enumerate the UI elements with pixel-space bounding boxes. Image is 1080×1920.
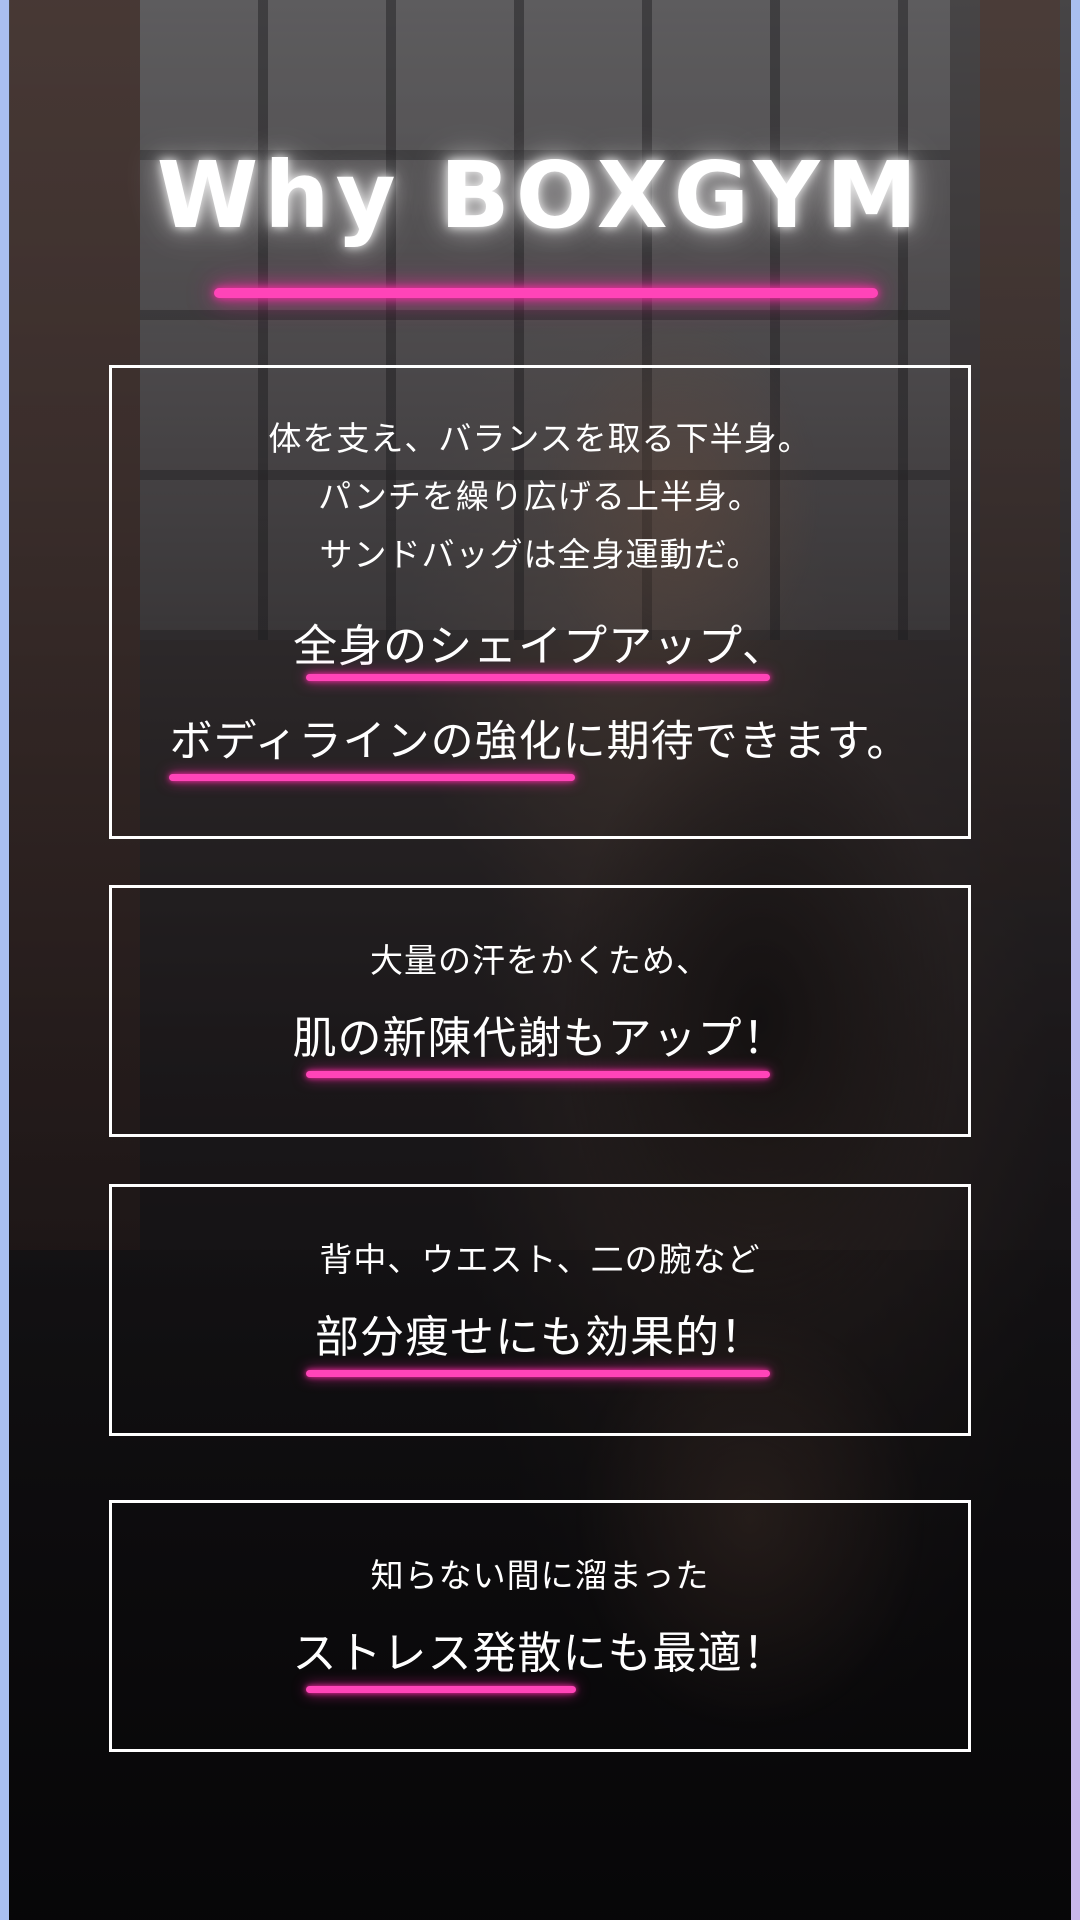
right-edge-stripe <box>1071 0 1080 1920</box>
highlight-underline <box>306 674 770 681</box>
highlight-underline <box>306 1686 576 1693</box>
card-highlight: ボディラインの強化に期待できます。 <box>169 717 911 767</box>
left-edge-stripe <box>0 0 9 1920</box>
highlight-underline <box>306 1370 770 1377</box>
title-neon-underline <box>214 288 878 298</box>
card-highlight: ストレス発散にも最適！ <box>292 1628 788 1679</box>
card-text-line: 大量の汗をかくため、 <box>370 941 710 980</box>
card-highlight: 全身のシェイプアップ、 <box>293 621 787 672</box>
highlight-underline <box>169 774 575 781</box>
card-highlight: 部分痩せにも効果的！ <box>315 1312 765 1363</box>
benefit-card-spot-slimming: 背中、ウエスト、二の腕など 部分痩せにも効果的！ <box>109 1184 971 1436</box>
card-highlight: 肌の新陳代謝もアップ！ <box>292 1013 788 1064</box>
highlight-underline <box>306 1071 770 1078</box>
benefit-card-full-body: 体を支え、バランスを取る下半身。 パンチを繰り広げる上半身。 サンドバッグは全身… <box>109 365 971 839</box>
page-title: Why BOXGYM <box>156 142 924 249</box>
card-text-line: パンチを繰り広げる上半身。 <box>318 477 762 516</box>
card-text-line: サンドバッグは全身運動だ。 <box>319 535 761 574</box>
benefit-card-stress-relief: 知らない間に溜まった ストレス発散にも最適！ <box>109 1500 971 1752</box>
card-text-line: 体を支え、バランスを取る下半身。 <box>268 419 812 458</box>
card-text-line: 知らない間に溜まった <box>370 1556 710 1595</box>
benefit-card-skin: 大量の汗をかくため、 肌の新陳代謝もアップ！ <box>109 885 971 1137</box>
card-text-line: 背中、ウエスト、二の腕など <box>319 1240 761 1279</box>
